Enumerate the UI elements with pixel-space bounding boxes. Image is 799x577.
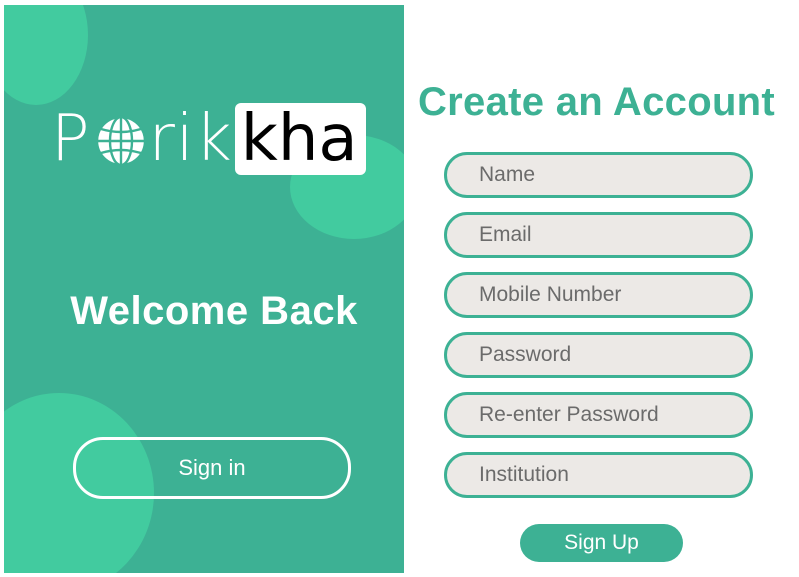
- sign-in-button[interactable]: Sign in: [73, 437, 351, 499]
- create-account-title: Create an Account: [418, 80, 776, 124]
- logo-text-end: kha: [240, 102, 358, 176]
- decorative-circle-top-left: [4, 5, 88, 105]
- institution-field[interactable]: [444, 452, 753, 498]
- institution-input[interactable]: [447, 463, 750, 487]
- reenter-password-input[interactable]: [447, 403, 750, 427]
- email-field[interactable]: [444, 212, 753, 258]
- mobile-number-field[interactable]: [444, 272, 753, 318]
- welcome-heading: Welcome Back: [70, 289, 358, 333]
- password-field[interactable]: [444, 332, 753, 378]
- sign-up-button[interactable]: Sign Up: [520, 524, 683, 562]
- porikkha-logo: P rik kha: [51, 103, 366, 175]
- logo-box: kha: [234, 102, 366, 176]
- mobile-number-input[interactable]: [447, 283, 750, 307]
- logo-text-middle: rik: [148, 102, 233, 176]
- welcome-panel: P rik kha Welcome Back Sign in: [4, 5, 404, 573]
- name-field[interactable]: [444, 152, 753, 198]
- email-input[interactable]: [447, 223, 750, 247]
- logo-text-start: P: [51, 102, 91, 176]
- globe-icon: [95, 115, 146, 167]
- name-input[interactable]: [447, 163, 750, 187]
- reenter-password-field[interactable]: [444, 392, 753, 438]
- password-input[interactable]: [447, 343, 750, 367]
